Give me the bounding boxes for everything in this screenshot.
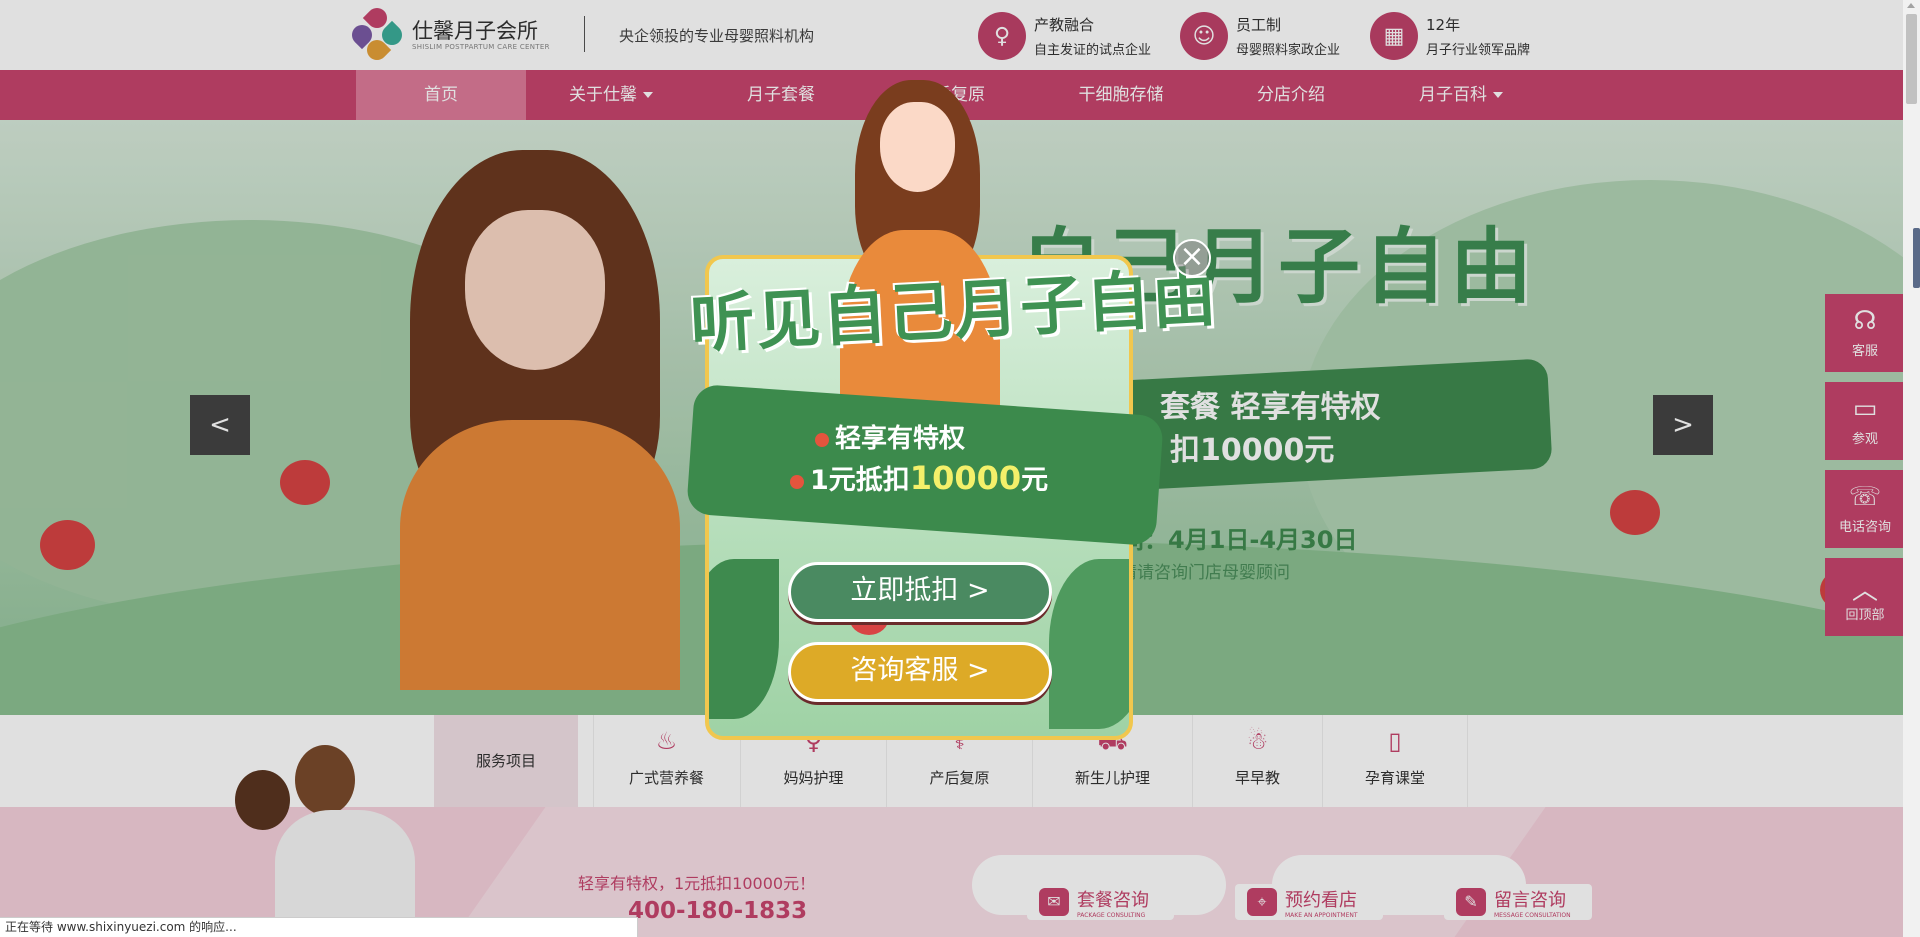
flower-dot-icon [815, 432, 829, 447]
popup-line1: 轻享有特权 [835, 424, 966, 454]
promo-popup: 听见自己月子自由 轻享有特权 1元抵扣10000元 立即抵扣 > 咨询客服 > … [686, 80, 1220, 740]
popup-ribbon-line2: 1元抵扣10000元 [790, 458, 1048, 497]
side-tab-marker[interactable] [1913, 228, 1920, 288]
page-scrollbar[interactable] [1903, 0, 1920, 937]
popup-line2-amount: 10000 [909, 459, 1022, 497]
consult-service-button[interactable]: 咨询客服 > [788, 642, 1052, 702]
leaf-decoration [709, 559, 779, 719]
flower-dot-icon [790, 474, 804, 489]
scroll-thumb[interactable] [1906, 14, 1917, 104]
redeem-now-button[interactable]: 立即抵扣 > [788, 562, 1052, 622]
popup-ribbon-line1: 轻享有特权 [815, 418, 965, 455]
popup-line2-pre: 1元抵扣 [810, 465, 910, 496]
popup-line2-post: 元 [1021, 465, 1049, 496]
scroll-up-icon[interactable] [1907, 3, 1915, 8]
popup-girl-face [880, 102, 955, 192]
browser-status-bar: 正在等待 www.shixinyuezi.com 的响应... [0, 917, 638, 937]
leaf-decoration [1049, 559, 1129, 729]
close-icon[interactable]: × [1173, 239, 1211, 277]
